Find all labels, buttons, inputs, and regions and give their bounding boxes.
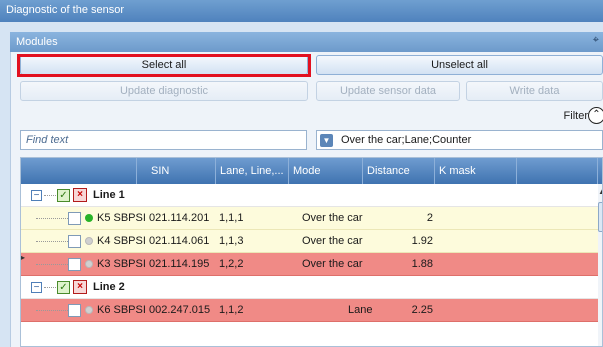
column-header-lane[interactable]: Lane, Line,... — [216, 158, 289, 184]
unselect-all-button[interactable]: Unselect all — [316, 55, 603, 75]
group-label: Line 1 — [93, 189, 125, 201]
sin-cell: K6 SBPSI 002.247.015 — [97, 304, 211, 316]
mode-cell: Over the car — [302, 258, 363, 270]
vertical-scrollbar[interactable]: ▲ — [598, 184, 602, 346]
row-checkbox[interactable] — [68, 258, 81, 271]
checkmark-icon[interactable]: ✓ — [57, 281, 70, 294]
tree-connector — [44, 287, 56, 288]
scroll-thumb[interactable] — [598, 202, 602, 232]
update-diagnostic-button[interactable]: Update diagnostic — [20, 81, 308, 101]
find-text-input[interactable]: Find text — [20, 130, 307, 150]
sin-cell: K5 SBPSI 021.114.201 — [97, 212, 210, 224]
row-checkbox[interactable] — [68, 235, 81, 248]
group-row[interactable]: − ✓ × Line 1 — [21, 184, 598, 207]
checkmark-icon[interactable]: ✓ — [57, 189, 70, 202]
collapse-icon[interactable]: − — [31, 282, 42, 293]
write-data-button[interactable]: Write data — [466, 81, 603, 101]
sin-cell: K3 SBPSI 021.114.195 — [97, 258, 210, 270]
group-label: Line 2 — [93, 281, 125, 293]
table-row[interactable]: ▸ K3 SBPSI 021.114.195 1,2,2 Over the ca… — [21, 253, 598, 276]
row-checkbox[interactable] — [68, 212, 81, 225]
mode-filter-value: Over the car;Lane;Counter — [341, 134, 472, 146]
window-title-bar: Diagnostic of the sensor — [0, 0, 603, 22]
green-dot-icon — [85, 214, 93, 222]
table-row[interactable]: K5 SBPSI 021.114.201 1,1,1 Over the car … — [21, 207, 598, 230]
column-header-mode[interactable]: Mode — [289, 158, 363, 184]
tree-connector — [36, 310, 68, 311]
select-all-button[interactable]: Select all — [20, 55, 308, 75]
column-header-extra[interactable] — [517, 158, 598, 184]
column-header-kmask[interactable]: K mask — [435, 158, 517, 184]
gray-dot-icon — [85, 306, 93, 314]
red-x-icon[interactable]: × — [73, 280, 87, 294]
tree-connector — [36, 264, 68, 265]
distance-cell: 2.25 — [411, 304, 433, 316]
modules-panel-header[interactable]: Modules ⌖ — [10, 32, 603, 52]
group-row[interactable]: − ✓ × Line 2 — [21, 276, 598, 299]
mode-cell: Over the car — [302, 235, 363, 247]
filter-label: Filter — [563, 110, 588, 122]
mode-cell: Lane — [348, 304, 373, 316]
lane-cell: 1,1,1 — [219, 212, 244, 224]
scroll-up-icon[interactable]: ▲ — [598, 188, 602, 198]
window-title: Diagnostic of the sensor — [6, 4, 125, 16]
table-row[interactable]: K6 SBPSI 002.247.015 1,1,2 Lane 2.25 — [21, 299, 598, 322]
tree-connector — [36, 218, 68, 219]
filter-toggle-icon[interactable]: ⌃ — [588, 107, 603, 124]
lane-cell: 1,2,2 — [219, 258, 244, 270]
row-indicator-icon: ▸ — [21, 253, 26, 262]
tree-connector — [44, 195, 56, 196]
modules-grid: SIN Lane, Line,... Mode Distance K mask … — [20, 157, 603, 347]
mode-filter-combo[interactable]: ▼ Over the car;Lane;Counter — [316, 130, 603, 150]
gray-dot-icon — [85, 260, 93, 268]
table-row[interactable]: K4 SBPSI 021.114.061 1,1,3 Over the car … — [21, 230, 598, 253]
red-x-icon[interactable]: × — [73, 188, 87, 202]
distance-cell: 1.88 — [411, 258, 433, 270]
column-header-distance[interactable]: Distance — [363, 158, 435, 184]
distance-cell: 2 — [426, 212, 433, 224]
distance-cell: 1.92 — [411, 235, 433, 247]
grid-header: SIN Lane, Line,... Mode Distance K mask — [21, 158, 602, 184]
mode-cell: Over the car — [302, 212, 363, 224]
tree-connector — [36, 241, 68, 242]
column-header-sin[interactable]: SIN — [137, 158, 216, 184]
collapse-icon[interactable]: − — [31, 190, 42, 201]
pin-icon[interactable]: ⌖ — [593, 34, 599, 47]
triangle-down-icon[interactable]: ▼ — [320, 134, 333, 147]
update-sensor-data-button[interactable]: Update sensor data — [316, 81, 460, 101]
modules-panel-title: Modules — [16, 36, 58, 48]
lane-cell: 1,1,3 — [219, 235, 244, 247]
gray-dot-icon — [85, 237, 93, 245]
lane-cell: 1,1,2 — [219, 304, 244, 316]
column-header-blank[interactable] — [21, 158, 137, 184]
sin-cell: K4 SBPSI 021.114.061 — [97, 235, 210, 247]
row-checkbox[interactable] — [68, 304, 81, 317]
